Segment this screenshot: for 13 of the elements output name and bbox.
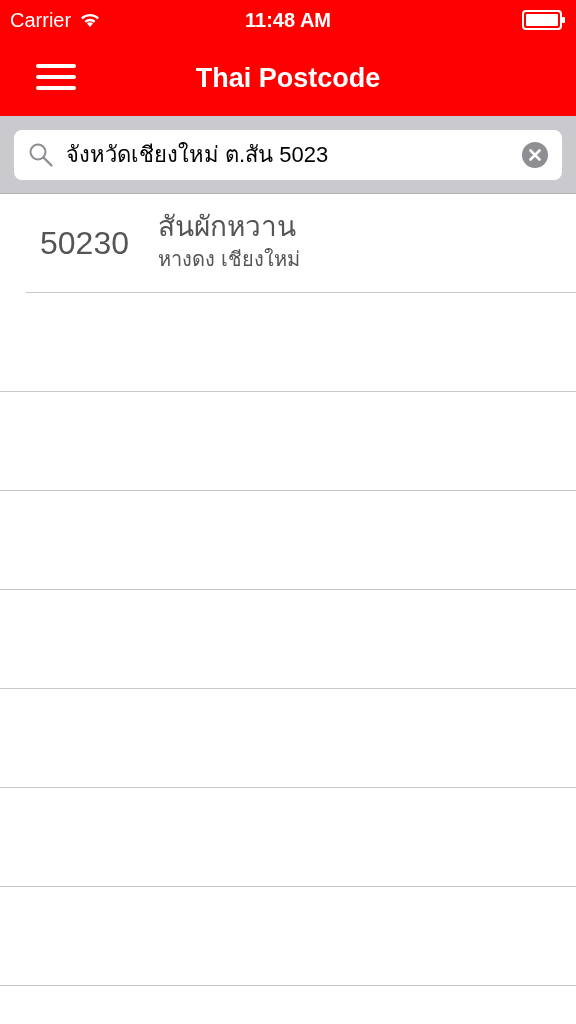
clear-icon[interactable] [522,141,548,168]
subdistrict-name: สันผักหวาน [158,210,297,244]
result-row[interactable]: 50230 สันผักหวาน หางดง เชียงใหม่ [26,194,576,293]
search-icon [28,141,54,168]
wifi-icon [79,12,102,28]
battery-icon [522,10,566,30]
menu-icon[interactable] [36,62,76,92]
status-time: 11:48 AM [245,8,331,32]
carrier-name: Carrier [10,8,72,32]
app-title: Thai Postcode [195,62,381,94]
search-field[interactable]: จังหวัดเชียงใหม่ ต.สัน 5023 [14,129,562,180]
location-text: หางดง เชียงใหม่ [158,247,300,273]
postcode: 50230 [40,224,130,262]
